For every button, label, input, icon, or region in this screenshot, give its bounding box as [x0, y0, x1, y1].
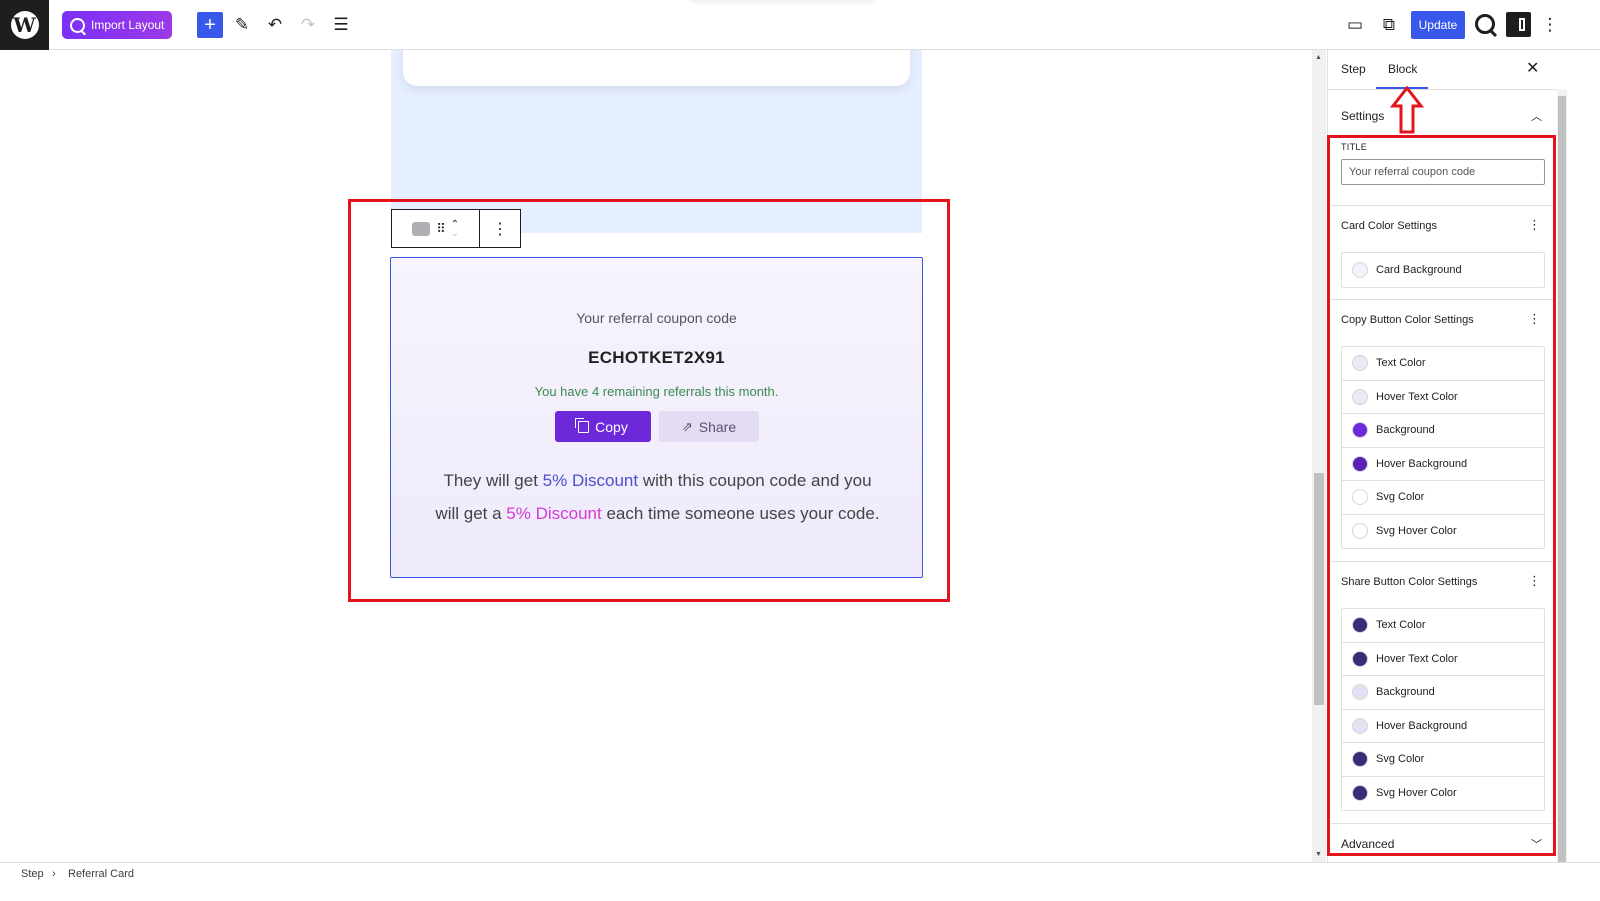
wordpress-icon: W — [10, 11, 39, 39]
block-breadcrumb-bar: Step › Referral Card — [0, 862, 1600, 901]
tab-block[interactable]: Block — [1388, 62, 1417, 76]
settings-sidebar-toggle-button[interactable] — [1506, 12, 1531, 37]
plugin-logo-icon-button[interactable] — [1475, 14, 1495, 34]
breadcrumb-step[interactable]: Step — [21, 868, 44, 880]
tab-step[interactable]: Step — [1341, 62, 1366, 76]
external-link-icon-button[interactable]: ⧉ — [1376, 12, 1402, 38]
breadcrumb-separator: › — [52, 868, 56, 880]
options-kebab-icon-button[interactable]: ⋮ — [1537, 12, 1563, 38]
editor-canvas: ⠿ ⌃ ⌄ ⋮ Your referral coupon code ECHOTK… — [0, 50, 1315, 862]
editor-top-toolbar: W Import Layout + ✎ ↶ ↷ ☰ ▭ ⧉ Update ⋮ — [0, 0, 1600, 50]
annotation-up-arrow — [1390, 86, 1424, 134]
chevron-up-icon[interactable]: ︿ — [1531, 108, 1542, 124]
undo-icon-button[interactable]: ↶ — [262, 12, 288, 38]
add-block-button[interactable]: + — [197, 12, 223, 38]
import-layout-label: Import Layout — [91, 18, 165, 32]
q-logo-icon — [70, 17, 85, 33]
wordpress-logo-button[interactable]: W — [0, 0, 49, 50]
breadcrumb-referral-card[interactable]: Referral Card — [68, 868, 134, 880]
update-button[interactable]: Update — [1411, 11, 1465, 39]
annotation-highlight-box — [348, 199, 950, 602]
settings-panel-heading[interactable]: Settings — [1341, 109, 1384, 123]
canvas-scrollbar-thumb[interactable] — [1314, 473, 1324, 705]
settings-sidebar: Step Block ✕ Settings ︿ TITLE Your refer… — [1327, 50, 1600, 866]
scroll-down-arrow-icon[interactable]: ▼ — [1315, 851, 1322, 858]
sidebar-icon — [1519, 18, 1525, 31]
canvas-scrollbar[interactable]: ▲ ▼ — [1312, 50, 1326, 862]
close-sidebar-icon-button[interactable]: ✕ — [1526, 58, 1539, 78]
annotation-highlight-box-sidebar — [1327, 135, 1556, 856]
pencil-icon-tools-button[interactable]: ✎ — [229, 12, 255, 38]
scroll-up-arrow-icon[interactable]: ▲ — [1315, 54, 1322, 61]
previous-block-card[interactable] — [403, 50, 910, 86]
document-title-bar[interactable] — [690, 0, 876, 2]
sidebar-scrollbar[interactable] — [1557, 90, 1567, 866]
import-layout-button[interactable]: Import Layout — [62, 11, 172, 39]
redo-icon-button[interactable]: ↷ — [295, 12, 321, 38]
desktop-preview-icon-button[interactable]: ▭ — [1342, 12, 1368, 38]
sidebar-scrollbar-thumb[interactable] — [1558, 96, 1566, 866]
list-view-icon-button[interactable]: ☰ — [328, 12, 354, 38]
sidebar-tabs: Step Block ✕ — [1328, 50, 1558, 90]
